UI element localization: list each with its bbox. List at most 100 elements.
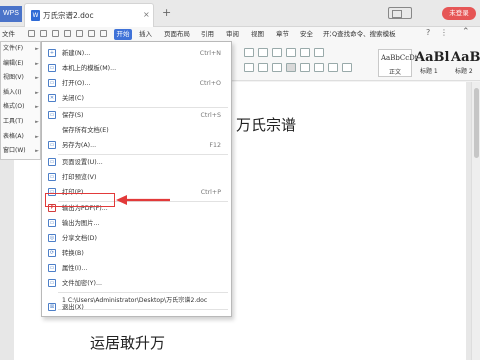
- borders-icon[interactable]: [342, 63, 352, 72]
- window-restore-icon[interactable]: [388, 7, 412, 19]
- submenu-arrow-icon: ►: [35, 46, 39, 52]
- document-tab-title: 万氏宗谱2.doc: [43, 11, 94, 20]
- page-setup-icon: ▭: [48, 158, 56, 166]
- submenu-arrow-icon: ►: [35, 104, 39, 111]
- menu-item-export-image[interactable]: ▭ 输出为图片...: [42, 216, 231, 231]
- style-h2-sample: AaBl: [451, 50, 480, 65]
- save-as-icon: ▭: [48, 141, 56, 149]
- command-search-box[interactable]: Q查找命令、搜索模板: [332, 28, 416, 40]
- tab-references[interactable]: 引用: [201, 29, 214, 40]
- document-tab[interactable]: W 万氏宗谱2.doc ×: [24, 3, 154, 27]
- menu-item-save-all[interactable]: 保存所有文档(E): [42, 123, 231, 138]
- properties-icon: ▭: [48, 264, 56, 272]
- justify-icon[interactable]: [286, 63, 296, 72]
- submenu-item[interactable]: 表格(A) ►: [1, 130, 41, 145]
- preview-quick-icon[interactable]: [64, 30, 71, 37]
- line-spacing-icon[interactable]: [314, 63, 324, 72]
- tab-view[interactable]: 视图: [251, 29, 264, 40]
- style-normal-sample: AaBbCcDt: [381, 54, 418, 62]
- style-normal[interactable]: AaBbCcDt 正文: [378, 49, 418, 77]
- submenu-arrow-icon: ►: [35, 148, 39, 155]
- menu-item-properties[interactable]: ▭ 属性(I)...: [42, 261, 231, 276]
- file-dropdown-menu: + 新建(N)... Ctrl+N ▭ 本机上的模板(M)... ▭ 打开(O)... C…: [41, 41, 232, 317]
- folder-icon: ▭: [48, 79, 56, 87]
- submenu-arrow-icon: ►: [35, 60, 39, 67]
- tab-start[interactable]: 开始: [114, 29, 132, 40]
- share-icon: ◎: [48, 234, 56, 242]
- tab-insert[interactable]: 插入: [139, 29, 152, 40]
- redo-quick-icon[interactable]: [88, 30, 95, 37]
- menu-item-share[interactable]: ◎ 分享文档(D): [42, 231, 231, 246]
- menu-item-encrypt[interactable]: ▭ 文件加密(Y)...: [42, 276, 231, 291]
- save-icon: ▭: [48, 111, 56, 119]
- doc-file-icon: W: [31, 10, 40, 21]
- tab-developer[interactable]: 开发工: [323, 29, 331, 40]
- print-quick-icon[interactable]: [52, 30, 59, 37]
- classic-menu-list: 文件(F) ► 编辑(E) ► 视图(V) ► 插入(I) ► 格式(O) ► 工具(T)…: [0, 41, 41, 160]
- style-h1-sample: AaBl: [415, 50, 450, 65]
- file-menu-button[interactable]: 文件: [0, 27, 22, 41]
- submenu-item[interactable]: 格式(O) ►: [1, 100, 41, 115]
- lock-icon: ▭: [48, 279, 56, 287]
- help-icon[interactable]: ?: [426, 28, 430, 37]
- style-heading-1[interactable]: AaBl 标题 1: [414, 49, 450, 77]
- tab-chapter[interactable]: 章节: [276, 29, 289, 40]
- numbering-icon[interactable]: [258, 48, 268, 57]
- dropdown-quick-icon[interactable]: [100, 30, 107, 37]
- vertical-scrollbar[interactable]: [471, 82, 480, 360]
- style-h2-label: 标题 2: [455, 68, 473, 75]
- login-button[interactable]: 未登录: [442, 7, 476, 20]
- more-options-icon[interactable]: ⋮: [440, 28, 448, 37]
- menu-item-page-setup[interactable]: ▭ 页面设置(U)...: [42, 155, 231, 170]
- style-h1-label: 标题 1: [420, 68, 438, 75]
- submenu-arrow-icon: ►: [35, 75, 39, 82]
- exit-icon: ⊠: [48, 303, 56, 311]
- print-preview-icon: ▭: [48, 173, 56, 181]
- new-tab-icon[interactable]: +: [162, 7, 171, 19]
- decrease-indent-icon[interactable]: [272, 48, 282, 57]
- tab-page-layout[interactable]: 页面布局: [164, 29, 190, 40]
- menu-item-local-templates[interactable]: ▭ 本机上的模板(M)...: [42, 61, 231, 76]
- close-icon: ✕: [48, 94, 56, 102]
- tab-security[interactable]: 安全: [300, 29, 313, 40]
- document-heading: 万氏宗谱: [236, 116, 297, 134]
- increase-indent-icon[interactable]: [286, 48, 296, 57]
- submenu-arrow-icon: ►: [35, 89, 39, 96]
- save-quick-icon[interactable]: [28, 30, 35, 37]
- undo-quick-icon[interactable]: [76, 30, 83, 37]
- align-center-icon[interactable]: [258, 63, 268, 72]
- open-quick-icon[interactable]: [40, 30, 47, 37]
- submenu-item[interactable]: 插入(I) ►: [1, 86, 41, 101]
- submenu-item[interactable]: 编辑(E) ►: [1, 57, 41, 72]
- menu-item-open[interactable]: ▭ 打开(O)... Ctrl+O: [42, 76, 231, 91]
- tab-review[interactable]: 审阅: [226, 29, 239, 40]
- submenu-item[interactable]: 窗口(W) ►: [1, 144, 41, 159]
- convert-icon: ⟳: [48, 249, 56, 257]
- menu-item-convert[interactable]: ⟳ 转换(B): [42, 246, 231, 261]
- distributed-icon[interactable]: [300, 63, 310, 72]
- app-menu-tab[interactable]: WPS: [0, 6, 22, 22]
- submenu-item[interactable]: 文件(F) ►: [1, 42, 41, 57]
- style-heading-2[interactable]: AaBl 标题 2: [450, 49, 480, 77]
- tab-close-icon[interactable]: ×: [143, 10, 150, 19]
- sort-icon[interactable]: [300, 48, 310, 57]
- bullets-icon[interactable]: [244, 48, 254, 57]
- menu-item-save-as[interactable]: ▭ 另存为(A)... F12: [42, 138, 231, 153]
- red-arrow-annotation: [116, 195, 170, 205]
- new-doc-icon: +: [48, 49, 56, 57]
- shading-icon[interactable]: [328, 63, 338, 72]
- menu-item-print-preview[interactable]: ▭ 打印预览(V): [42, 170, 231, 185]
- submenu-item[interactable]: 工具(T) ►: [1, 115, 41, 130]
- align-left-icon[interactable]: [244, 63, 254, 72]
- collapse-ribbon-icon[interactable]: ⌃: [462, 27, 470, 37]
- show-marks-icon[interactable]: [314, 48, 324, 57]
- align-right-icon[interactable]: [272, 63, 282, 72]
- scrollbar-thumb[interactable]: [474, 88, 479, 158]
- image-export-icon: ▭: [48, 219, 56, 227]
- template-icon: ▭: [48, 64, 56, 72]
- submenu-item[interactable]: 视图(V) ►: [1, 71, 41, 86]
- menu-item-save[interactable]: ▭ 保存(S) Ctrl+S: [42, 108, 231, 123]
- menu-item-exit[interactable]: ⊠ 退出(X): [42, 300, 231, 315]
- menu-item-close[interactable]: ✕ 关闭(C): [42, 91, 231, 106]
- menu-item-new[interactable]: + 新建(N)... Ctrl+N: [42, 46, 231, 61]
